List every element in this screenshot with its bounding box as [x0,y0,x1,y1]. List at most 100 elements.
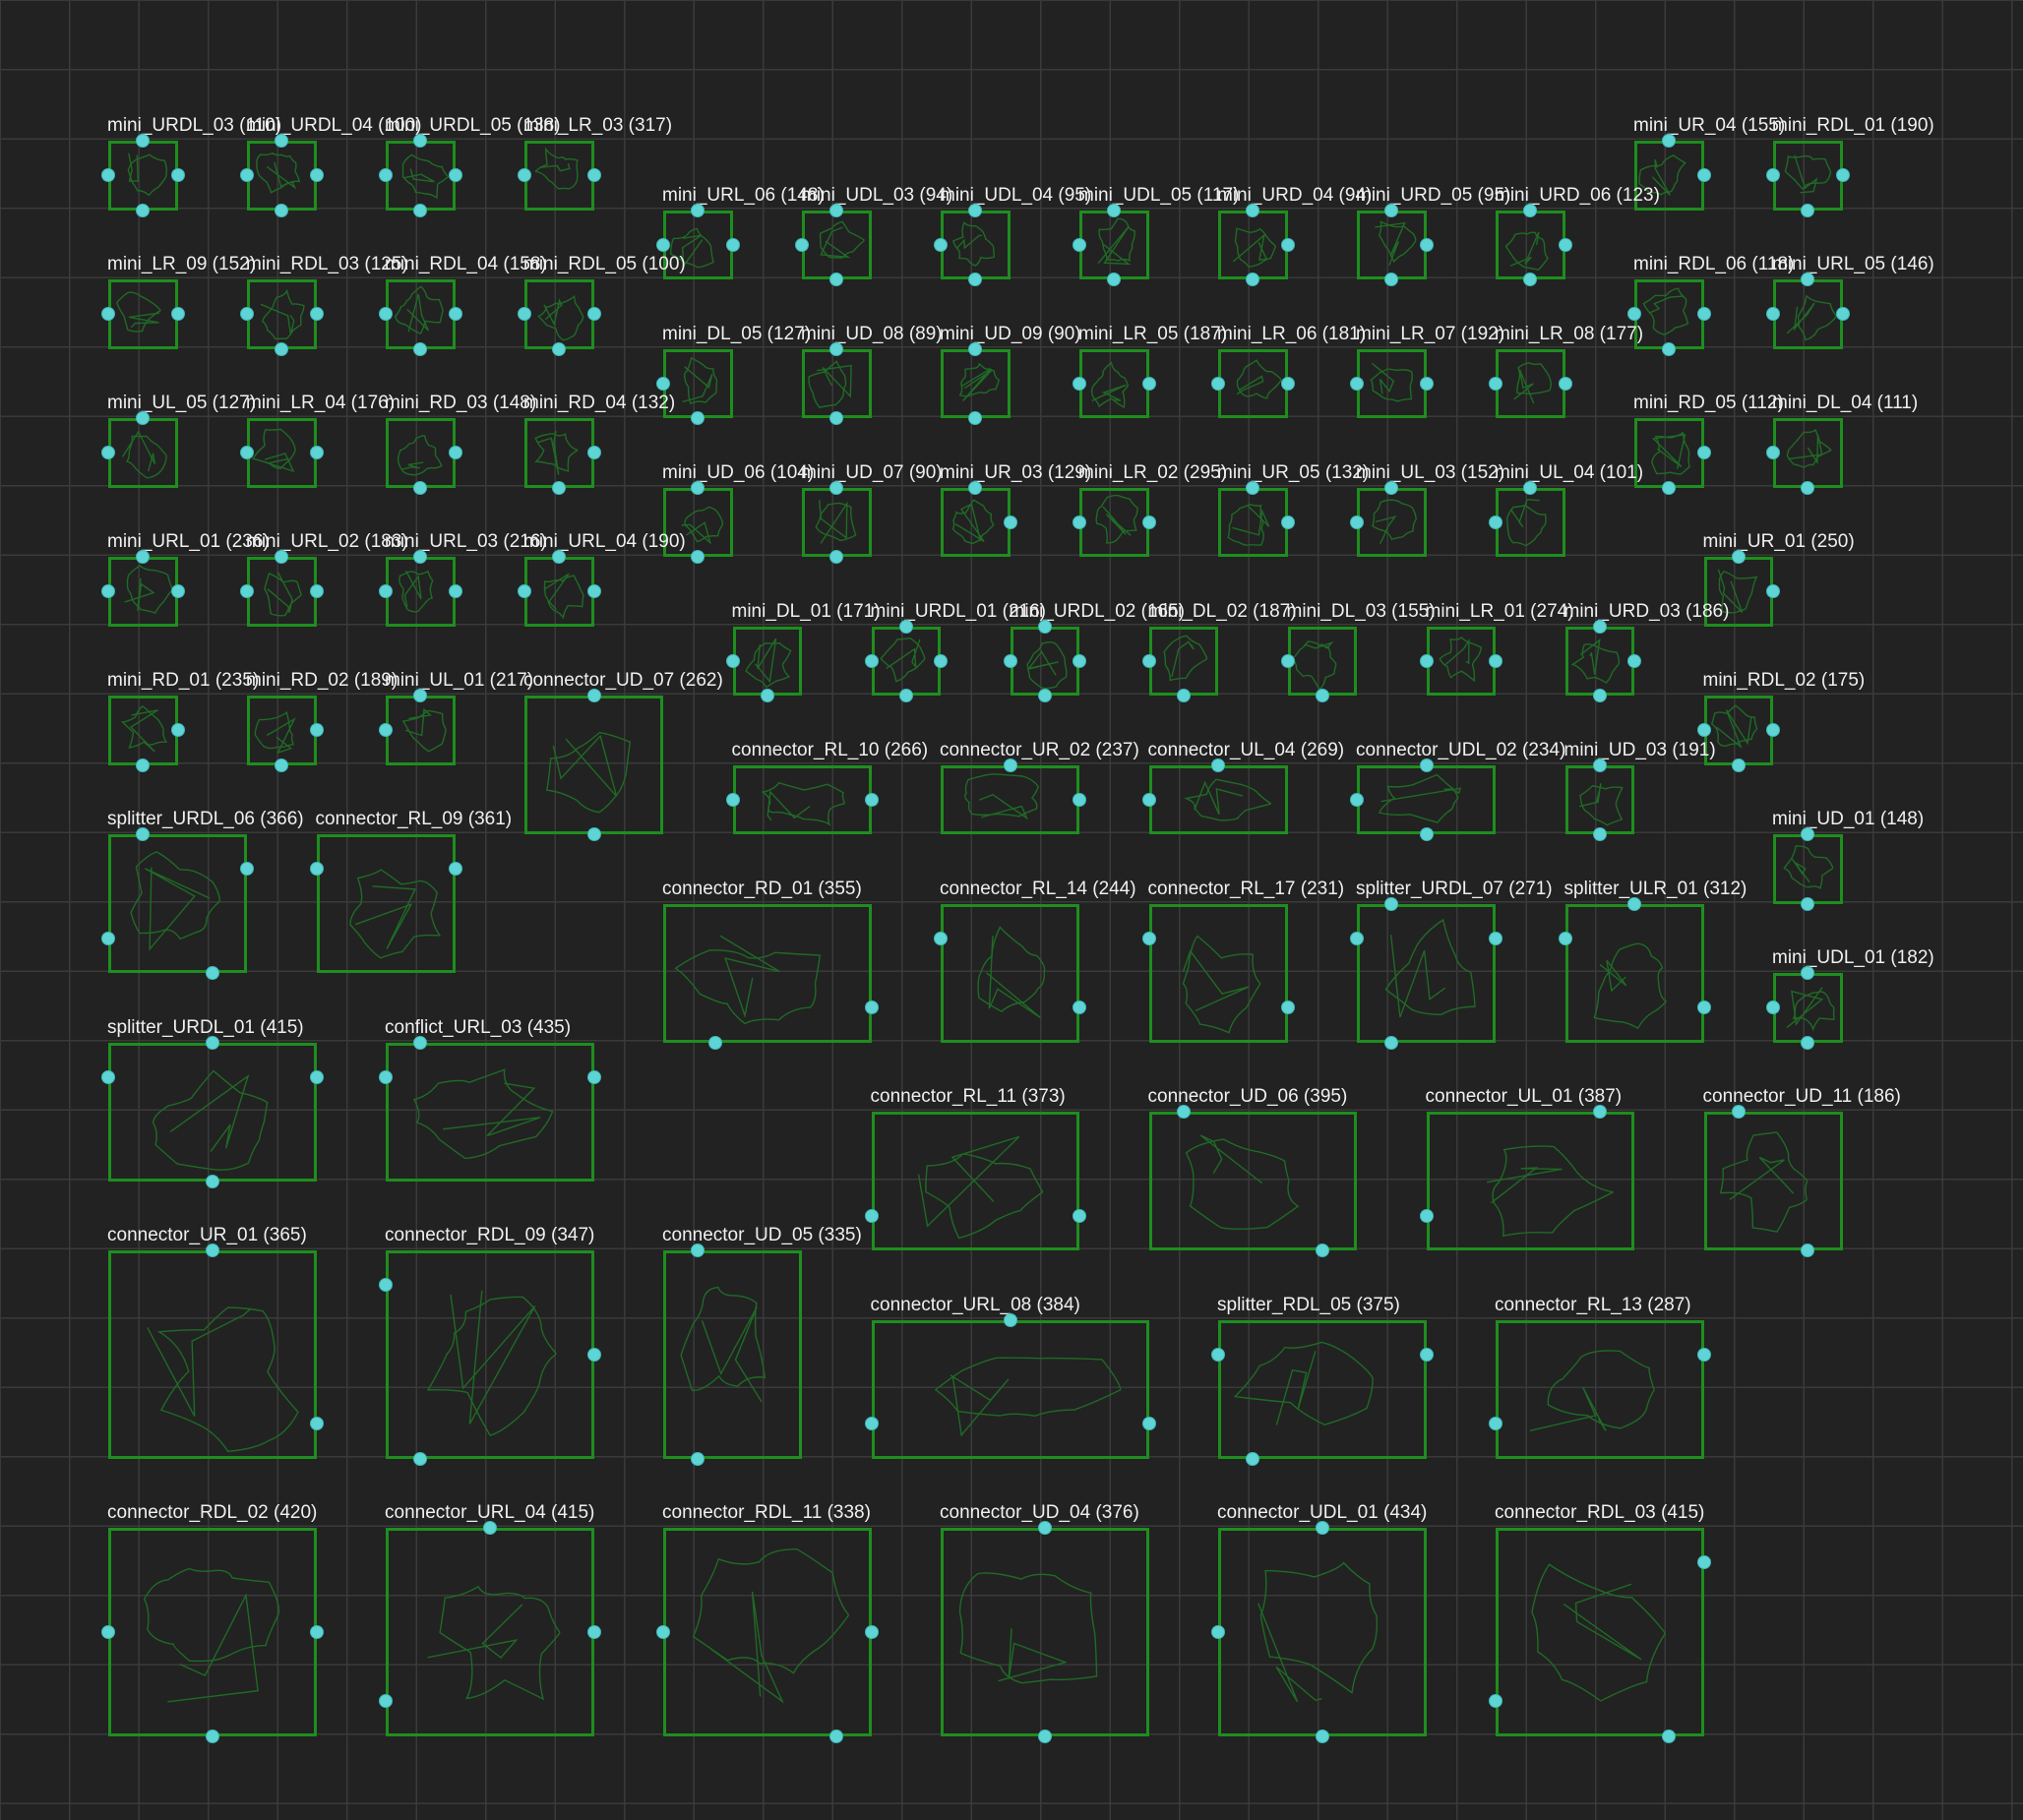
door-connector-d[interactable] [1663,342,1676,355]
door-connector-u[interactable] [1316,1522,1328,1534]
door-connector-l[interactable] [380,1070,392,1083]
door-connector-r[interactable] [587,169,600,182]
door-connector-u[interactable] [1177,1106,1190,1118]
room-box[interactable] [108,141,178,211]
room-box[interactable] [524,418,594,488]
room-box[interactable] [802,348,872,418]
room-box[interactable] [386,1250,594,1459]
door-connector-l[interactable] [1212,1625,1224,1638]
room-box[interactable] [1218,1319,1427,1459]
room-box[interactable] [663,487,733,557]
door-connector-r[interactable] [587,308,600,321]
room-box[interactable] [1010,626,1079,696]
room-box[interactable] [386,1528,594,1736]
room-box[interactable] [1634,279,1704,349]
room-box[interactable] [316,834,456,973]
door-connector-r[interactable] [310,447,323,459]
door-connector-r[interactable] [1142,1418,1155,1430]
room-box[interactable] [1357,903,1496,1043]
room-box[interactable] [941,764,1079,834]
door-connector-r[interactable] [1767,585,1779,598]
door-connector-u[interactable] [830,342,843,355]
room-box[interactable] [524,279,594,349]
door-connector-l[interactable] [657,238,669,251]
door-connector-r[interactable] [1697,169,1710,182]
room-box[interactable] [732,764,872,834]
door-connector-l[interactable] [310,863,323,876]
room-box[interactable] [1564,626,1634,696]
door-connector-r[interactable] [1697,1001,1710,1014]
door-connector-d[interactable] [1802,204,1814,216]
room-box[interactable] [941,348,1011,418]
room-box[interactable] [941,210,1011,279]
door-connector-d[interactable] [1420,828,1433,840]
door-connector-r[interactable] [1281,238,1294,251]
door-connector-l[interactable] [1142,932,1155,944]
door-connector-d[interactable] [1316,1244,1328,1256]
door-connector-d[interactable] [1593,828,1606,840]
door-connector-u[interactable] [1628,897,1640,910]
room-box[interactable] [1357,487,1427,557]
room-box[interactable] [1634,141,1704,211]
door-connector-r[interactable] [865,1625,878,1638]
door-connector-l[interactable] [1490,377,1502,390]
door-connector-u[interactable] [587,690,600,701]
door-connector-r[interactable] [1281,516,1294,528]
room-box[interactable] [802,210,872,279]
room-box[interactable] [1079,487,1149,557]
room-box[interactable] [108,1250,317,1459]
room-box[interactable] [1218,487,1288,557]
door-connector-u[interactable] [969,342,982,355]
room-box[interactable] [524,141,594,211]
door-connector-r[interactable] [1073,1001,1085,1014]
door-connector-d[interactable] [830,1729,843,1742]
door-connector-u[interactable] [969,481,982,494]
door-connector-l[interactable] [657,377,669,390]
room-box[interactable] [1773,834,1843,904]
door-connector-r[interactable] [1142,377,1155,390]
door-connector-u[interactable] [1593,620,1606,633]
door-connector-r[interactable] [587,585,600,598]
door-connector-d[interactable] [1593,690,1606,701]
door-connector-d[interactable] [1732,758,1745,771]
door-connector-r[interactable] [310,1625,323,1638]
room-box[interactable] [1773,141,1843,211]
door-connector-u[interactable] [414,1036,427,1049]
room-box[interactable] [871,1319,1149,1459]
door-connector-l[interactable] [102,1070,114,1083]
door-connector-d[interactable] [1177,690,1190,701]
door-connector-u[interactable] [1247,481,1259,494]
door-connector-r[interactable] [449,585,461,598]
room-box[interactable] [1218,210,1288,279]
room-box[interactable] [1079,210,1149,279]
door-connector-d[interactable] [414,1452,427,1465]
door-connector-r[interactable] [171,308,184,321]
door-connector-r[interactable] [1697,1348,1710,1361]
room-box[interactable] [1496,487,1565,557]
door-connector-r[interactable] [1628,654,1640,667]
door-connector-u[interactable] [1593,758,1606,771]
room-box[interactable] [1496,1528,1704,1736]
room-box[interactable] [1426,1112,1634,1250]
door-connector-l[interactable] [726,654,739,667]
room-box[interactable] [1773,279,1843,349]
door-connector-r[interactable] [449,863,461,876]
door-connector-r[interactable] [310,585,323,598]
door-connector-d[interactable] [1247,273,1259,285]
door-connector-d[interactable] [414,204,427,216]
door-connector-r[interactable] [1490,654,1502,667]
door-connector-u[interactable] [1004,1313,1016,1326]
door-connector-l[interactable] [657,1625,669,1638]
door-connector-d[interactable] [761,690,773,701]
door-connector-l[interactable] [1073,238,1085,251]
door-connector-r[interactable] [1697,308,1710,321]
door-connector-u[interactable] [1212,758,1224,771]
door-connector-r[interactable] [310,724,323,737]
door-connector-l[interactable] [102,1625,114,1638]
door-connector-r[interactable] [1073,1209,1085,1222]
room-box[interactable] [1218,1528,1427,1736]
door-connector-d[interactable] [276,342,288,355]
room-box[interactable] [1773,973,1843,1043]
door-connector-l[interactable] [1142,654,1155,667]
door-connector-d[interactable] [206,1729,218,1742]
